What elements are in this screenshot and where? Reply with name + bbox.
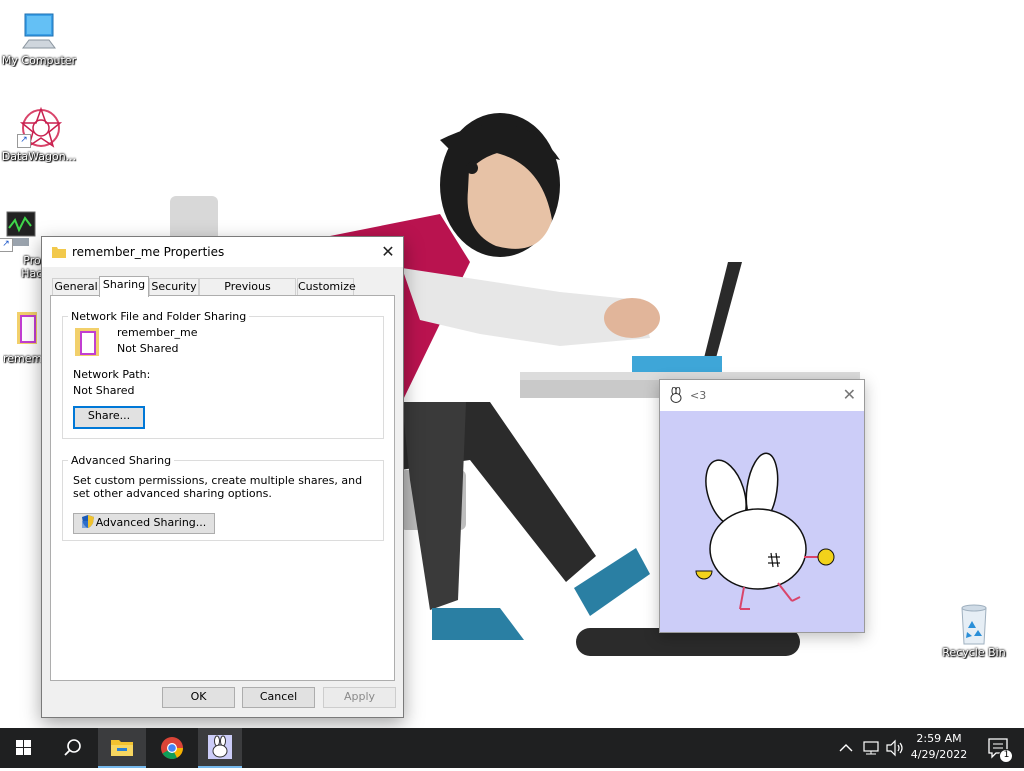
tab-general[interactable]: General — [52, 278, 100, 296]
group-legend: Advanced Sharing — [71, 454, 172, 467]
start-button[interactable] — [0, 728, 48, 768]
sharing-tab-panel: Network File and Folder Sharing remember… — [50, 295, 395, 681]
advanced-sharing-button-label: Advanced Sharing... — [95, 516, 207, 529]
tab-previous-versions[interactable]: Previous Versions — [199, 278, 296, 309]
clock-date: 4/29/2022 — [910, 748, 968, 761]
desktop-icon-datawagon[interactable]: ↗ DataWagon... — [1, 106, 77, 163]
taskbar-file-explorer[interactable] — [98, 728, 146, 768]
ok-button[interactable]: OK — [162, 687, 235, 708]
bunny-app-icon — [669, 386, 683, 406]
folder-name: remember_me — [117, 326, 198, 339]
tab-security[interactable]: Security — [149, 278, 199, 296]
chevron-up-icon[interactable] — [838, 738, 854, 761]
clock[interactable]: 2:59 AM 4/29/2022 — [906, 731, 972, 765]
network-path-value: Not Shared — [73, 384, 135, 397]
advanced-sharing-button[interactable]: Advanced Sharing... — [73, 513, 215, 534]
desktop-icon-process-hacker[interactable]: ↗ Proc Hack — [0, 210, 49, 280]
network-path-label: Network Path: — [73, 368, 151, 381]
pet-canvas — [660, 411, 864, 632]
notification-badge: 1 — [1003, 750, 1010, 760]
desktop-icon-label: remem — [3, 352, 41, 365]
desktop-icon-remember-me[interactable]: remem — [1, 308, 41, 365]
share-button[interactable]: Share... — [73, 406, 145, 429]
file-explorer-icon — [111, 740, 133, 756]
process-hacker-icon: ↗ — [0, 210, 41, 252]
datawagon-icon: ↗ — [17, 106, 63, 148]
share-status: Not Shared — [117, 342, 179, 355]
pet-window-titlebar[interactable]: <3 ✕ — [660, 380, 864, 410]
desktop-icon-label: My Computer — [1, 54, 77, 67]
network-icon[interactable] — [862, 738, 880, 761]
bunny-pet-window: <3 ✕ — [659, 379, 865, 633]
taskbar: 2:59 AM 4/29/2022 1 — [0, 728, 1024, 768]
advanced-sharing-description: Set custom permissions, create multiple … — [73, 474, 363, 500]
uac-shield-icon — [81, 515, 94, 534]
volume-icon[interactable] — [885, 738, 905, 761]
chrome-icon — [161, 737, 183, 759]
bunny-app-icon — [208, 735, 232, 759]
folder-icon — [1, 308, 41, 348]
shared-folder-icon — [73, 326, 105, 361]
windows-start-icon — [16, 740, 31, 755]
shortcut-arrow-icon: ↗ — [0, 238, 13, 252]
tab-sharing[interactable]: Sharing — [99, 276, 149, 297]
folder-icon — [52, 246, 66, 261]
dialog-title: remember_me Properties — [72, 245, 225, 259]
computer-icon — [19, 10, 59, 50]
search-icon — [64, 739, 81, 756]
apply-button[interactable]: Apply — [323, 687, 396, 708]
bunny-character-icon[interactable] — [660, 411, 864, 632]
desktop-icon-label: DataWagon... — [1, 150, 77, 163]
search-button[interactable] — [48, 728, 96, 768]
pet-window-title: <3 — [690, 389, 707, 402]
notification-icon — [988, 738, 1013, 763]
taskbar-chrome[interactable] — [148, 728, 196, 768]
cancel-button[interactable]: Cancel — [242, 687, 315, 708]
dialog-titlebar[interactable]: remember_me Properties ✕ — [42, 237, 403, 267]
properties-dialog: remember_me Properties ✕ General Sharing… — [41, 236, 404, 718]
desktop-icon-label: Recycle Bin — [942, 646, 1006, 659]
tab-customize[interactable]: Customize — [297, 278, 356, 296]
desktop-icon-my-computer[interactable]: My Computer — [1, 10, 77, 67]
desktop-icon-recycle-bin[interactable]: Recycle Bin — [936, 602, 1012, 659]
close-button[interactable]: ✕ — [373, 237, 403, 267]
close-button[interactable]: ✕ — [843, 385, 856, 404]
clock-time: 2:59 AM — [916, 732, 962, 745]
action-center-button[interactable]: 1 — [978, 728, 1018, 768]
shortcut-arrow-icon: ↗ — [17, 134, 31, 148]
group-legend: Network File and Folder Sharing — [71, 310, 247, 323]
recycle-bin-icon — [954, 602, 994, 645]
taskbar-bunny-app[interactable] — [198, 728, 242, 768]
